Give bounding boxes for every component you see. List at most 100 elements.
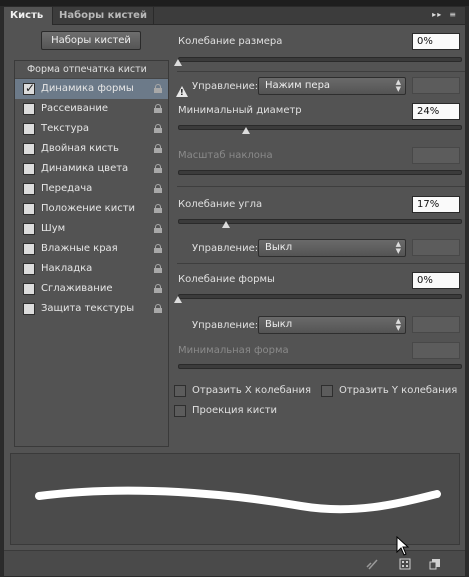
- flip-x-jitter-checkbox[interactable]: [174, 385, 186, 397]
- brush-projection-label: Проекция кисти: [192, 405, 278, 416]
- min-diameter-input[interactable]: 24%: [412, 103, 460, 120]
- min-roundness-label: Минимальная форма: [178, 345, 289, 356]
- lock-icon[interactable]: [154, 304, 162, 313]
- size-control-label: Управление:: [192, 81, 259, 92]
- angle-control-select[interactable]: Выкл ▲ ▼: [258, 239, 406, 257]
- angle-control-label: Управление:: [192, 243, 259, 254]
- lock-icon[interactable]: [154, 124, 162, 133]
- min-roundness-slider: [178, 364, 462, 369]
- size-jitter-input[interactable]: 0%: [412, 33, 460, 50]
- list-item-label: Сглаживание: [41, 283, 113, 294]
- list-item-label: Влажные края: [41, 243, 118, 254]
- list-item-label: Накладка: [41, 263, 93, 274]
- brush-pose-checkbox[interactable]: [23, 203, 35, 215]
- select-arrows-icon: ▲ ▼: [395, 317, 401, 332]
- lock-icon[interactable]: [154, 104, 162, 113]
- brush-stroke: [35, 486, 441, 514]
- roundness-jitter-slider[interactable]: [178, 294, 462, 299]
- list-item-label: Положение кисти: [41, 203, 136, 214]
- list-item-label: Текстура: [41, 123, 90, 134]
- warning-icon: !: [176, 86, 188, 97]
- list-item-smoothing[interactable]: Сглаживание: [15, 279, 168, 299]
- size-jitter-label: Колебание размера: [178, 36, 283, 47]
- flip-y-jitter-label: Отразить Y колебания: [339, 385, 458, 396]
- min-diameter-slider[interactable]: [178, 125, 462, 130]
- lock-icon[interactable]: [154, 204, 162, 213]
- size-control-extra-input: [412, 77, 460, 94]
- tilt-scale-label: Масштаб наклона: [178, 150, 273, 161]
- list-item-noise[interactable]: Шум: [15, 219, 168, 239]
- lock-icon[interactable]: [154, 144, 162, 153]
- brush-grid-icon[interactable]: [399, 558, 411, 570]
- size-control-value: Нажим пера: [265, 80, 331, 91]
- noise-checkbox[interactable]: [23, 223, 35, 235]
- roundness-jitter-slider-thumb[interactable]: [174, 296, 182, 303]
- select-arrows-icon: ▲ ▼: [395, 78, 401, 93]
- size-jitter-slider-thumb[interactable]: [174, 59, 182, 66]
- color-dynamics-checkbox[interactable]: [23, 163, 35, 175]
- angle-control-value: Выкл: [265, 242, 293, 253]
- scattering-checkbox[interactable]: [23, 103, 35, 115]
- list-item-brush-tip-shape[interactable]: Форма отпечатка кисти: [15, 61, 168, 79]
- roundness-jitter-input[interactable]: 0%: [412, 272, 460, 289]
- mouse-cursor-icon: [396, 536, 410, 556]
- list-item-brush-pose[interactable]: Положение кисти: [15, 199, 168, 219]
- dual-brush-checkbox[interactable]: [23, 143, 35, 155]
- lock-icon[interactable]: [154, 244, 162, 253]
- list-item-label: Динамика цвета: [41, 163, 129, 174]
- brush-stroke-preview: [10, 453, 460, 545]
- roundness-control-value: Выкл: [265, 319, 293, 330]
- size-control-select[interactable]: Нажим пера ▲ ▼: [258, 77, 406, 95]
- lock-icon[interactable]: [154, 164, 162, 173]
- brush-presets-button[interactable]: Наборы кистей: [41, 31, 141, 50]
- tilt-scale-slider: [178, 170, 462, 175]
- tab-brush[interactable]: Кисть: [4, 7, 53, 25]
- brush-panel: Кисть Наборы кистей ▸▸ ≡ Наборы кистей Ф…: [3, 6, 466, 577]
- angle-jitter-slider-thumb[interactable]: [222, 221, 230, 228]
- list-item-label: Рассеивание: [41, 103, 109, 114]
- angle-jitter-input[interactable]: 17%: [412, 196, 460, 213]
- shape-dynamics-checkbox[interactable]: ✓: [23, 81, 36, 95]
- toggle-live-tip-preview-icon[interactable]: [366, 558, 378, 570]
- list-item-shape-dynamics[interactable]: ✓ Динамика формы: [15, 79, 168, 99]
- brush-projection-checkbox[interactable]: [174, 405, 186, 417]
- min-diameter-slider-thumb[interactable]: [242, 127, 250, 134]
- size-jitter-slider[interactable]: [178, 57, 462, 62]
- list-item-protect-texture[interactable]: Защита текстуры: [15, 299, 168, 319]
- protect-texture-checkbox[interactable]: [23, 303, 35, 315]
- list-item-label: Защита текстуры: [41, 303, 135, 314]
- list-item-texture[interactable]: Текстура: [15, 119, 168, 139]
- roundness-control-select[interactable]: Выкл ▲ ▼: [258, 316, 406, 334]
- lock-icon[interactable]: [154, 84, 162, 93]
- build-up-checkbox[interactable]: [23, 263, 35, 275]
- lock-icon[interactable]: [154, 284, 162, 293]
- list-item-transfer[interactable]: Передача: [15, 179, 168, 199]
- angle-jitter-slider[interactable]: [178, 219, 462, 224]
- tab-bar: Кисть Наборы кистей ▸▸ ≡: [4, 7, 465, 25]
- flip-x-jitter-label: Отразить X колебания: [192, 385, 311, 396]
- transfer-checkbox[interactable]: [23, 183, 35, 195]
- tab-brush-presets[interactable]: Наборы кистей: [53, 7, 154, 25]
- smoothing-checkbox[interactable]: [23, 283, 35, 295]
- list-item-build-up[interactable]: Накладка: [15, 259, 168, 279]
- lock-icon[interactable]: [154, 224, 162, 233]
- list-item-dual-brush[interactable]: Двойная кисть: [15, 139, 168, 159]
- tab-brush-presets-label: Наборы кистей: [59, 10, 147, 21]
- list-item-scattering[interactable]: Рассеивание: [15, 99, 168, 119]
- panel-menu-icon[interactable]: ▸▸ ≡: [432, 10, 457, 19]
- tilt-scale-input: [412, 147, 460, 164]
- list-item-color-dynamics[interactable]: Динамика цвета: [15, 159, 168, 179]
- wet-edges-checkbox[interactable]: [23, 243, 35, 255]
- texture-checkbox[interactable]: [23, 123, 35, 135]
- flip-y-jitter-checkbox[interactable]: [321, 385, 333, 397]
- list-item-label: Шум: [41, 223, 66, 234]
- lock-icon[interactable]: [154, 184, 162, 193]
- lock-icon[interactable]: [154, 264, 162, 273]
- list-item-wet-edges[interactable]: Влажные края: [15, 239, 168, 259]
- select-arrows-icon: ▲ ▼: [395, 240, 401, 255]
- check-icon: ✓: [25, 81, 36, 95]
- min-roundness-input: [412, 342, 460, 359]
- list-item-label: Динамика формы: [41, 83, 134, 94]
- new-brush-icon[interactable]: [429, 558, 441, 570]
- divider: [177, 71, 465, 72]
